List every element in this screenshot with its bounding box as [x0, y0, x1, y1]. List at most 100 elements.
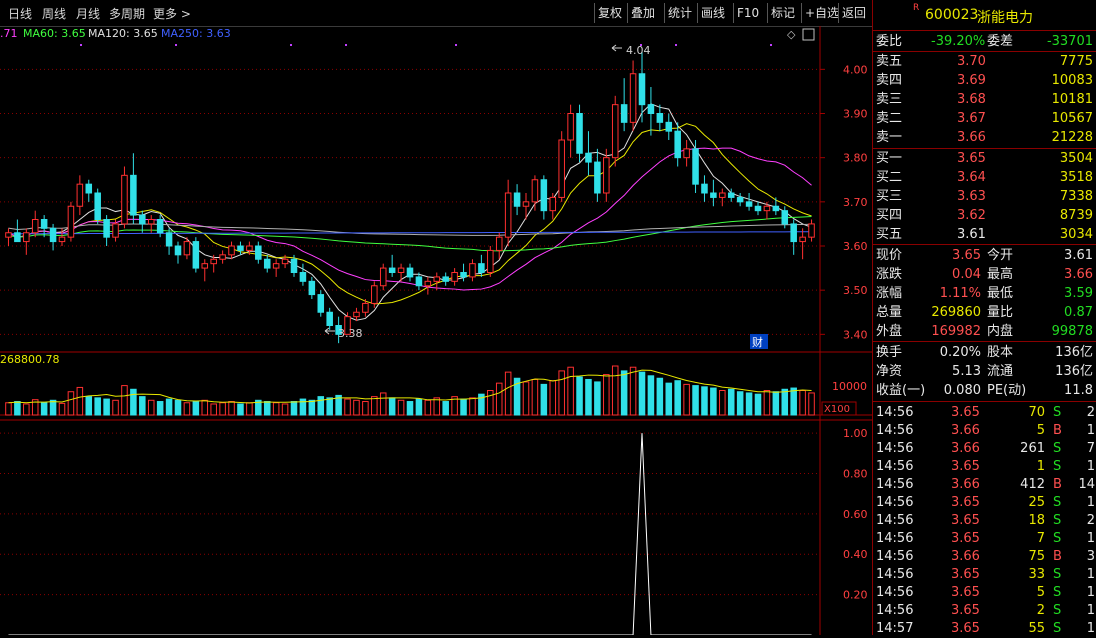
volume-bar: [406, 401, 414, 416]
tick-volume: 70: [1028, 405, 1045, 420]
bid-volume: 7338: [1059, 189, 1093, 204]
candle-body: [353, 311, 360, 318]
candle-body: [5, 232, 12, 238]
candle-body: [460, 272, 467, 278]
r-mark: R: [913, 3, 920, 13]
tick-price: 3.66: [951, 441, 980, 456]
candle-body: [388, 267, 396, 273]
back-button[interactable]: 返回: [838, 3, 869, 23]
volume-bar: [272, 402, 280, 416]
tab-multi-period[interactable]: 多周期: [109, 5, 145, 22]
stat-value: 3.66: [1064, 267, 1093, 282]
fund-value: 0.20%: [939, 345, 981, 360]
stat-label: 涨幅: [876, 286, 903, 301]
tick-count: 1: [1086, 531, 1095, 546]
candle-body: [237, 245, 244, 251]
mark-button[interactable]: 标记: [767, 3, 798, 23]
volume-axis-tick: 10000: [832, 380, 867, 393]
volume-bar: [638, 371, 646, 416]
tab-daily[interactable]: 日线: [8, 5, 32, 22]
candle-body: [14, 232, 21, 243]
low-price-marker: 3.38: [338, 327, 363, 340]
tab-monthly[interactable]: 月线: [76, 5, 100, 22]
candle-body: [317, 294, 325, 313]
high-price-marker: 4.04: [626, 44, 651, 57]
kline-chart[interactable]: 4.00 3.90 3.80 3.70 3.60 3.50 3.40 1.00 0.80 0.60…: [0, 26, 872, 635]
stat-value: 0.04: [952, 267, 981, 282]
candle-body: [576, 113, 583, 154]
maximize-icon[interactable]: [802, 28, 815, 41]
fund-row: 换手 0.20% 股本 136亿: [873, 343, 1096, 362]
volume-bar: [594, 381, 601, 416]
stat-label: 外盘: [876, 324, 903, 339]
tick-side: S: [1053, 567, 1062, 582]
ask-price: 3.70: [957, 54, 986, 69]
price-tick-label: 3.90: [843, 108, 868, 121]
candle-body: [174, 245, 182, 256]
tick-time: 14:56: [876, 567, 914, 582]
ask-row: 卖一 3.66 21228: [873, 128, 1096, 147]
volume-bar: [647, 375, 655, 416]
stats-button[interactable]: 统计: [664, 3, 695, 23]
volume-bar: [362, 401, 369, 416]
tick-price: 3.65: [951, 585, 980, 600]
volume-bar: [49, 399, 57, 416]
tick-price: 3.66: [951, 423, 980, 438]
tick-time: 14:57: [876, 621, 914, 636]
tick-volume: 25: [1028, 495, 1045, 510]
diamond-icon[interactable]: ◇: [787, 28, 796, 41]
candle-body: [103, 219, 110, 238]
draw-button[interactable]: 画线: [697, 3, 728, 23]
candle-body: [478, 263, 485, 274]
tick-price: 3.65: [951, 405, 980, 420]
fund-value: 136亿: [1055, 345, 1093, 360]
f10-button[interactable]: F10: [733, 3, 762, 23]
overlay-button[interactable]: 叠加: [627, 3, 658, 23]
volume-bar: [246, 402, 253, 416]
bid-volume: 3504: [1059, 151, 1093, 166]
candle-body: [549, 196, 557, 212]
candle-body: [603, 157, 610, 194]
add-watchlist-button[interactable]: +自选: [801, 3, 842, 23]
tick-count: 1: [1086, 567, 1095, 582]
tick-side: S: [1053, 621, 1062, 636]
tick-time: 14:56: [876, 495, 914, 510]
tab-more[interactable]: 更多 >: [153, 5, 191, 22]
volume-bar: [67, 391, 75, 416]
candle-body: [638, 73, 646, 106]
candle-body: [210, 258, 217, 265]
volume-bar: [326, 397, 333, 416]
tick-price: 3.66: [951, 549, 980, 564]
candle-body: [67, 205, 75, 238]
volume-unit-label: X100: [824, 404, 850, 415]
volume-bar: [665, 382, 673, 416]
tick-count: 2: [1086, 405, 1095, 420]
candle-body: [513, 192, 521, 207]
candle-body: [683, 148, 690, 159]
tick-count: 1: [1086, 585, 1095, 600]
tick-price: 3.65: [951, 495, 980, 510]
volume-bar: [183, 402, 191, 416]
ask-volume: 7775: [1059, 54, 1093, 69]
bid-label: 买二: [876, 170, 903, 185]
candle-body: [808, 223, 815, 238]
indicator-series: [8, 433, 812, 635]
volume-bar: [228, 401, 235, 416]
ask-label: 卖四: [876, 73, 903, 88]
bid-volume: 3034: [1059, 227, 1093, 242]
volume-bar: [397, 399, 405, 416]
stat-value: 3.59: [1064, 286, 1093, 301]
bid-label: 买三: [876, 189, 903, 204]
adjust-button[interactable]: 复权: [594, 3, 625, 23]
tab-weekly[interactable]: 周线: [42, 5, 66, 22]
candle-body: [647, 104, 655, 114]
volume-bar: [353, 399, 360, 416]
candle-body: [130, 174, 137, 216]
tick-time: 14:56: [876, 459, 914, 474]
candle-body: [272, 263, 280, 269]
tick-row: 14:57 3.65 55 S 1: [873, 619, 1096, 638]
price-tick-label: 3.50: [843, 284, 868, 297]
candle-body: [183, 241, 191, 256]
tick-price: 3.65: [951, 459, 980, 474]
candle-body: [219, 254, 226, 260]
